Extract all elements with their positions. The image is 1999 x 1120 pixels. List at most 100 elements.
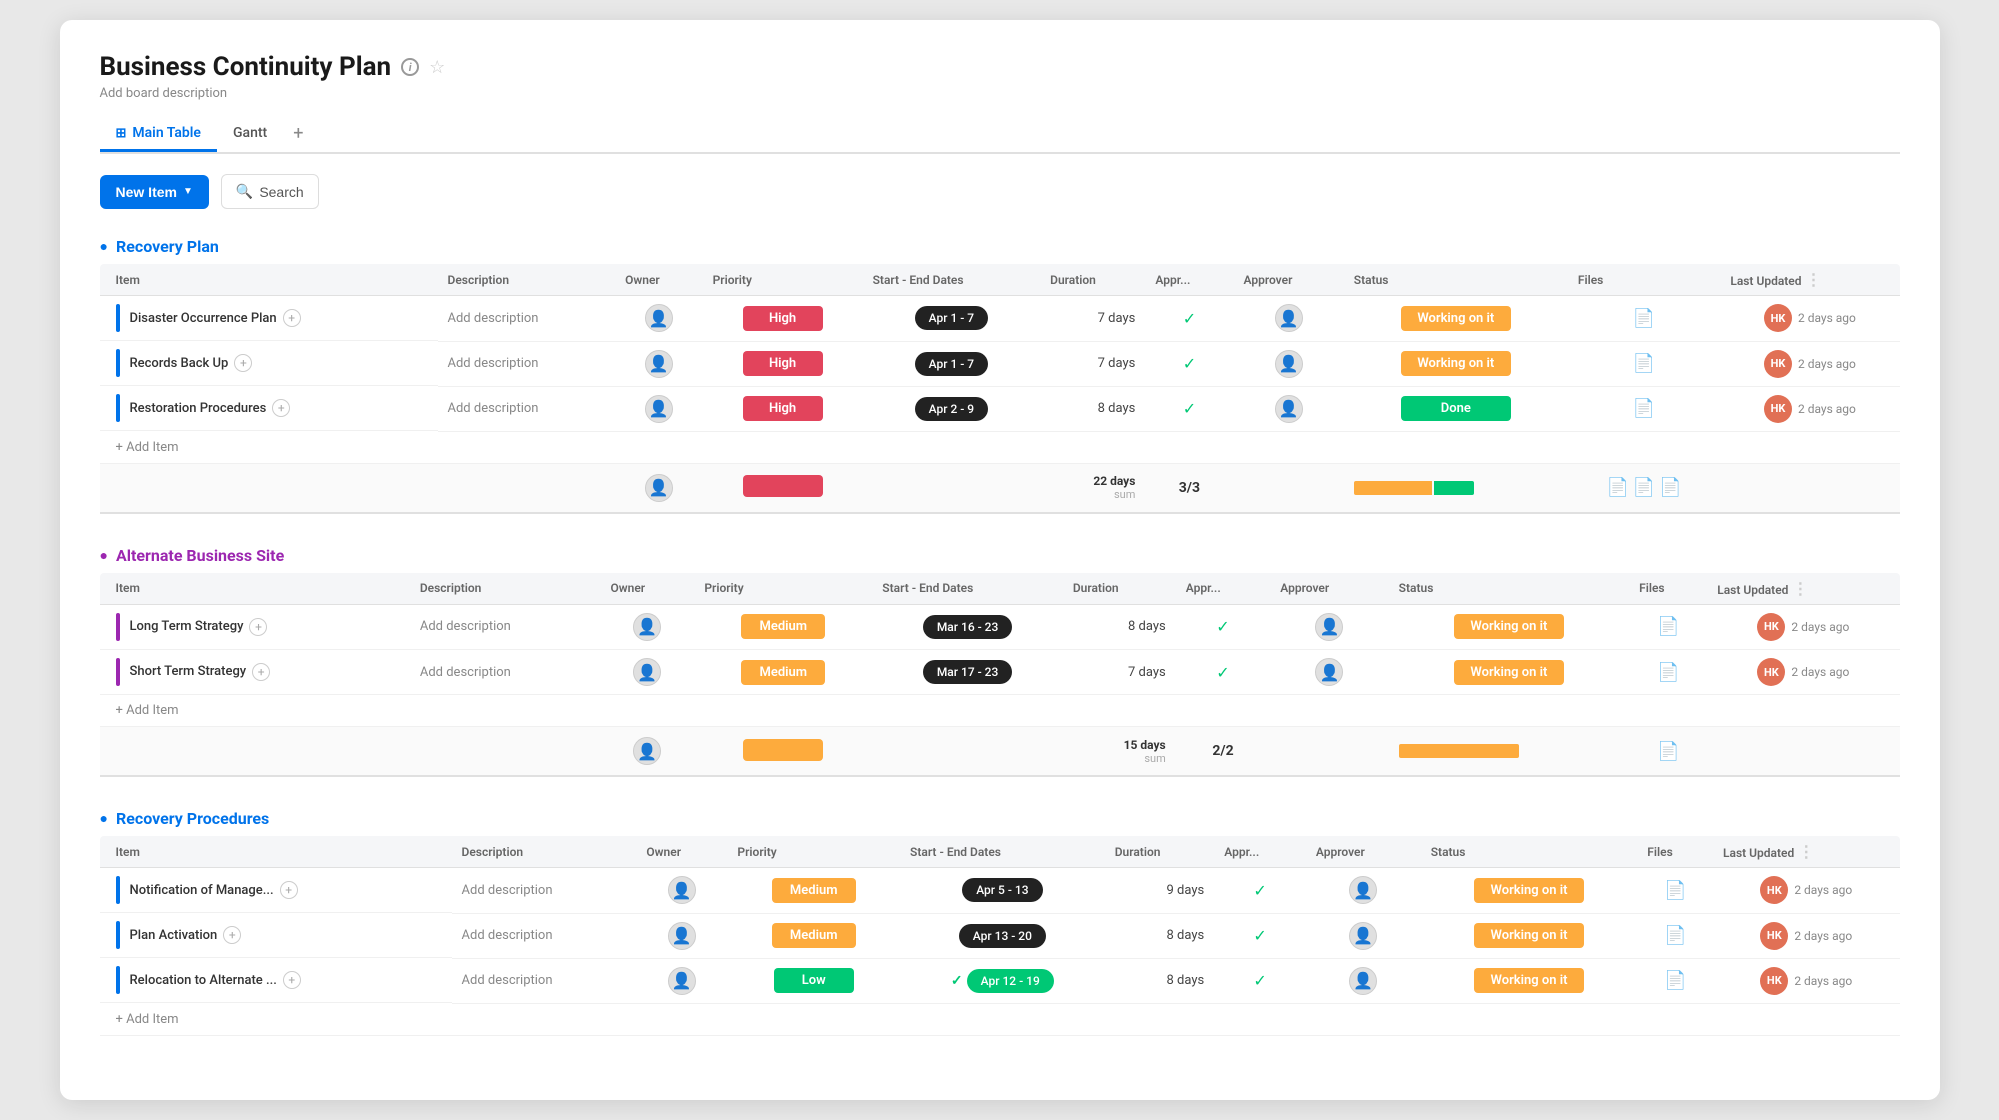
priority-badge[interactable]: High — [743, 396, 823, 421]
priority-badge[interactable]: Medium — [741, 614, 825, 639]
status-badge[interactable]: Working on it — [1401, 306, 1511, 331]
priority-badge[interactable]: Medium — [741, 660, 825, 685]
cell-files[interactable]: 📄 — [1637, 958, 1713, 1003]
cell-priority[interactable]: Medium — [727, 913, 900, 958]
file-attachment-icon[interactable]: 📄 — [1657, 616, 1679, 637]
cell-status[interactable]: Working on it — [1421, 958, 1638, 1003]
cell-description[interactable]: Add description — [452, 958, 637, 1003]
add-to-item-icon[interactable]: + — [280, 881, 298, 899]
cell-description[interactable]: Add description — [438, 386, 616, 431]
avatar[interactable]: HK — [1757, 658, 1785, 686]
cell-dates[interactable]: Apr 13 - 20 — [900, 913, 1105, 958]
item-name-text[interactable]: Restoration Procedures — [130, 401, 267, 416]
approver-avatar[interactable]: 👤 — [1275, 350, 1303, 378]
cell-approver[interactable]: 👤 — [1270, 604, 1388, 650]
cell-owner[interactable]: 👤 — [615, 341, 702, 386]
add-to-item-icon[interactable]: + — [252, 663, 270, 681]
new-item-button[interactable]: New Item ▼ — [100, 175, 209, 209]
cell-dates[interactable]: Apr 5 - 13 — [900, 868, 1105, 914]
cell-files[interactable]: 📄 — [1637, 913, 1713, 958]
cell-status[interactable]: Working on it — [1389, 650, 1629, 695]
cell-owner[interactable]: 👤 — [636, 868, 727, 914]
cell-dates[interactable]: Mar 17 - 23 — [872, 650, 1063, 695]
star-icon[interactable]: ☆ — [429, 57, 445, 78]
more-columns-icon[interactable]: ⋮ — [1788, 579, 1808, 598]
priority-badge[interactable]: Medium — [772, 878, 856, 903]
item-name-text[interactable]: Plan Activation — [130, 928, 218, 943]
cell-description[interactable]: Add description — [438, 341, 616, 386]
group-title-recovery-procedures[interactable]: Recovery Procedures — [116, 809, 269, 828]
status-badge[interactable]: Working on it — [1474, 923, 1584, 948]
cell-priority[interactable]: Medium — [694, 650, 872, 695]
item-name-text[interactable]: Records Back Up — [130, 356, 229, 371]
group-collapse-icon[interactable]: ● — [100, 810, 108, 827]
cell-dates[interactable]: ✓Apr 12 - 19 — [900, 958, 1105, 1003]
cell-files[interactable]: 📄 — [1637, 868, 1713, 914]
owner-avatar[interactable]: 👤 — [633, 658, 661, 686]
cell-approver[interactable]: 👤 — [1270, 650, 1388, 695]
status-badge[interactable]: Working on it — [1401, 351, 1511, 376]
approver-avatar[interactable]: 👤 — [1315, 658, 1343, 686]
cell-priority[interactable]: Low — [727, 958, 900, 1003]
item-name-text[interactable]: Disaster Occurrence Plan — [130, 311, 277, 326]
approver-avatar[interactable]: 👤 — [1349, 922, 1377, 950]
date-badge[interactable]: Apr 2 - 9 — [915, 397, 989, 421]
add-item-label[interactable]: + Add Item — [100, 695, 1900, 727]
cell-description[interactable]: Add description — [438, 296, 616, 342]
add-to-item-icon[interactable]: + — [249, 618, 267, 636]
cell-owner[interactable]: 👤 — [636, 958, 727, 1003]
approver-avatar[interactable]: 👤 — [1275, 304, 1303, 332]
cell-priority[interactable]: High — [703, 341, 863, 386]
cell-approver[interactable]: 👤 — [1233, 341, 1343, 386]
approver-avatar[interactable]: 👤 — [1349, 876, 1377, 904]
more-columns-icon[interactable]: ⋮ — [1802, 270, 1822, 289]
tab-main-table[interactable]: ⊞ Main Table — [100, 117, 217, 152]
add-to-item-icon[interactable]: + — [223, 926, 241, 944]
avatar[interactable]: HK — [1760, 967, 1788, 995]
avatar[interactable]: HK — [1760, 876, 1788, 904]
item-name-text[interactable]: Short Term Strategy — [130, 664, 247, 679]
item-name-text[interactable]: Notification of Manage... — [130, 883, 274, 898]
summary-file-icon[interactable]: 📄 — [1633, 477, 1655, 498]
summary-owner-avatar[interactable]: 👤 — [633, 737, 661, 765]
add-to-item-icon[interactable]: + — [272, 399, 290, 417]
cell-owner[interactable]: 👤 — [636, 913, 727, 958]
summary-file-icon[interactable]: 📄 — [1659, 477, 1681, 498]
add-item-row[interactable]: + Add Item — [100, 431, 1900, 463]
date-badge[interactable]: Apr 12 - 19 — [967, 969, 1054, 993]
add-item-label[interactable]: + Add Item — [100, 1003, 1900, 1035]
cell-dates[interactable]: Apr 1 - 7 — [863, 296, 1041, 342]
avatar[interactable]: HK — [1757, 613, 1785, 641]
board-description[interactable]: Add board description — [100, 86, 1900, 101]
cell-status[interactable]: Working on it — [1421, 913, 1638, 958]
cell-description[interactable]: Add description — [452, 868, 637, 914]
approver-avatar[interactable]: 👤 — [1275, 395, 1303, 423]
owner-avatar[interactable]: 👤 — [668, 876, 696, 904]
cell-description[interactable]: Add description — [410, 650, 601, 695]
more-columns-icon[interactable]: ⋮ — [1794, 842, 1814, 861]
cell-approver[interactable]: 👤 — [1233, 386, 1343, 431]
date-badge[interactable]: Apr 5 - 13 — [962, 878, 1042, 902]
tab-add-button[interactable]: + — [283, 115, 313, 152]
approver-avatar[interactable]: 👤 — [1349, 967, 1377, 995]
search-button[interactable]: 🔍 Search — [221, 174, 319, 209]
priority-badge[interactable]: Low — [774, 968, 854, 993]
owner-avatar[interactable]: 👤 — [645, 350, 673, 378]
cell-dates[interactable]: Apr 2 - 9 — [863, 386, 1041, 431]
approver-avatar[interactable]: 👤 — [1315, 613, 1343, 641]
cell-owner[interactable]: 👤 — [600, 604, 694, 650]
group-collapse-icon[interactable]: ● — [100, 238, 108, 255]
add-item-label[interactable]: + Add Item — [100, 431, 1900, 463]
cell-status[interactable]: Working on it — [1344, 341, 1568, 386]
cell-status[interactable]: Working on it — [1389, 604, 1629, 650]
cell-files[interactable]: 📄 — [1568, 386, 1720, 431]
file-attachment-icon[interactable]: 📄 — [1664, 880, 1686, 901]
add-item-row[interactable]: + Add Item — [100, 695, 1900, 727]
add-item-row[interactable]: + Add Item — [100, 1003, 1900, 1035]
item-name-text[interactable]: Long Term Strategy — [130, 619, 244, 634]
file-attachment-icon[interactable]: 📄 — [1657, 662, 1679, 683]
date-badge[interactable]: Mar 16 - 23 — [923, 615, 1013, 639]
cell-status[interactable]: Done — [1344, 386, 1568, 431]
summary-file-icon[interactable]: 📄 — [1606, 477, 1628, 498]
avatar[interactable]: HK — [1764, 395, 1792, 423]
